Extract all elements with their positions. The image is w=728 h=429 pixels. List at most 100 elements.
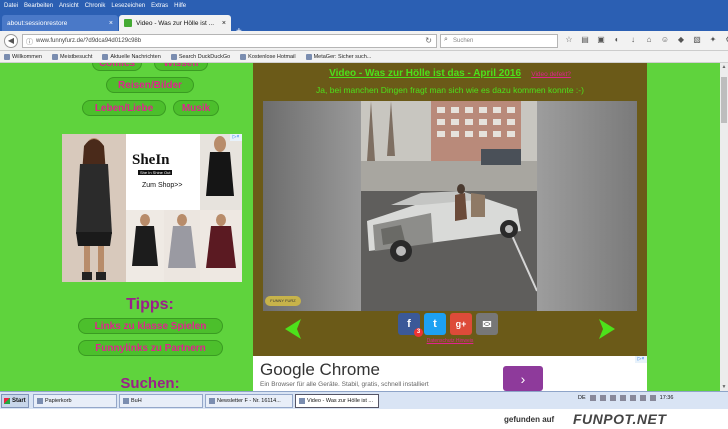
task-label: BuH xyxy=(131,398,142,404)
chrome-ad-banner[interactable]: Google Chrome Ein Browser für alle Gerät… xyxy=(253,356,647,391)
back-button[interactable]: ◀ xyxy=(4,34,18,48)
facebook-icon: f xyxy=(407,318,411,330)
usb-icon[interactable] xyxy=(649,395,656,401)
tab-session-restore[interactable]: about:sessionrestore × xyxy=(2,15,118,31)
pocket-icon[interactable]: ◐ xyxy=(612,35,622,45)
extension-icon[interactable]: ✦ xyxy=(708,35,718,45)
chrome-ad-heading: Google Chrome xyxy=(260,360,381,379)
addon-icon[interactable]: ◆ xyxy=(676,35,686,45)
bookmark-meistbesucht[interactable]: Meistbesucht xyxy=(51,53,93,60)
navigation-bar: ◀ ⓘ www.funnyfurz.de/?d9dca94d0129c98b ↻… xyxy=(0,31,728,51)
windows-taskbar: Start Papierkorb BuH Newsletter F - Nr. … xyxy=(0,391,728,409)
video-blur-left xyxy=(263,101,361,311)
sync-icon[interactable]: ☺ xyxy=(660,35,670,45)
googleplus-icon: g+ xyxy=(455,319,467,329)
system-tray: DE 17:36 xyxy=(578,395,673,401)
screenshot-icon[interactable]: ▧ xyxy=(692,35,702,45)
scroll-up-icon[interactable]: ▲ xyxy=(720,64,728,70)
task-papierkorb[interactable]: Papierkorb xyxy=(33,394,117,408)
volume-icon[interactable] xyxy=(599,395,606,401)
adchoices-icon[interactable]: ▷× xyxy=(230,134,242,141)
security-icon[interactable] xyxy=(609,395,616,401)
notification-icon[interactable] xyxy=(639,395,646,401)
url-bar[interactable]: ⓘ www.funnyfurz.de/?d9dca94d0129c98b ↻ xyxy=(22,34,437,48)
nav-musik[interactable]: Musik xyxy=(173,100,219,116)
shop-link[interactable]: Zum Shop>> xyxy=(142,182,182,189)
video-player[interactable]: FUNNY FURZ xyxy=(263,101,637,311)
battery-icon[interactable] xyxy=(629,395,636,401)
tab-label: about:sessionrestore xyxy=(7,19,68,27)
task-newsletter[interactable]: Newsletter F - Nr. 16114... xyxy=(205,394,293,408)
video-defect-link[interactable]: Video defekt? xyxy=(531,71,571,78)
bookmark-duckduckgo[interactable]: Search DuckDuckGo xyxy=(170,53,230,60)
bookmark-metager[interactable]: MetaGer: Sicher such... xyxy=(305,53,371,60)
adchoices-icon[interactable]: ▷× xyxy=(635,356,647,363)
share-count-badge: 3 xyxy=(414,328,423,337)
menu-ansicht[interactable]: Ansicht xyxy=(59,3,79,9)
mail-share-button[interactable]: ✉ xyxy=(476,313,498,335)
menu-lesezeichen[interactable]: Lesezeichen xyxy=(111,3,145,9)
reload-icon[interactable]: ↻ xyxy=(425,36,432,45)
video-title[interactable]: Video - Was zur Hölle ist das - April 20… xyxy=(329,68,521,79)
toolbar-icons: ☆ ▤ ▣ ◐ ↓ ⌂ ☺ ◆ ▧ ✦ ⚙ ≡ xyxy=(564,35,728,45)
clock[interactable]: 17:36 xyxy=(660,395,674,401)
nav-leben-liebe[interactable]: Leben/Liebe xyxy=(82,100,166,116)
bookmark-icon xyxy=(240,53,247,60)
bookmark-icon xyxy=(51,53,58,60)
close-icon[interactable]: × xyxy=(109,20,113,27)
facebook-share-button[interactable]: f 3 xyxy=(398,313,423,337)
folder-icon xyxy=(123,398,129,404)
bookmark-nachrichten[interactable]: Aktuelle Nachrichten xyxy=(102,53,161,60)
nav-wissen[interactable]: Wissen xyxy=(154,63,208,71)
reading-list-icon[interactable]: ▤ xyxy=(580,35,590,45)
home-icon[interactable]: ⌂ xyxy=(644,35,654,45)
googleplus-share-button[interactable]: g+ xyxy=(450,313,472,335)
url-text: www.funnyfurz.de/?d9dca94d0129c98b xyxy=(36,38,142,44)
stripped-car-image xyxy=(361,101,537,311)
lock-icon[interactable]: ▣ xyxy=(596,35,606,45)
menu-hilfe[interactable]: Hilfe xyxy=(174,3,186,9)
windows-logo-icon xyxy=(4,398,10,404)
scroll-down-icon[interactable]: ▼ xyxy=(720,384,728,390)
close-icon[interactable]: × xyxy=(222,20,226,27)
twitter-icon: t xyxy=(433,318,437,330)
task-video[interactable]: Video - Was zur Hölle ist ... xyxy=(295,394,379,408)
menu-chronik[interactable]: Chronik xyxy=(85,3,106,9)
task-buh[interactable]: BuH xyxy=(119,394,203,408)
network-icon[interactable] xyxy=(589,395,596,401)
search-icon: ⌕ xyxy=(444,36,448,43)
chrome-ad-cta-button[interactable]: › xyxy=(503,366,543,391)
tab-video[interactable]: Video - Was zur Hölle ist ... × xyxy=(119,15,231,31)
web-page: Comics Wissen Reisen/Bilder Leben/Liebe … xyxy=(0,63,720,391)
previous-arrow-icon[interactable] xyxy=(283,318,305,340)
info-icon[interactable]: ⓘ xyxy=(26,37,33,47)
search-input[interactable]: ⌕ Suchen xyxy=(440,34,558,48)
funnyfurz-video-logo: FUNNY FURZ xyxy=(265,296,301,306)
bookmarks-bar: Willkommen Meistbesucht Aktuelle Nachric… xyxy=(0,51,728,63)
start-button[interactable]: Start xyxy=(1,394,29,408)
download-icon[interactable]: ↓ xyxy=(628,35,638,45)
bookmark-hotmail[interactable]: Kostenlose Hotmail xyxy=(240,53,296,60)
privacy-link[interactable]: Datenschutz Hinweis xyxy=(253,338,647,344)
nav-reisen-bilder[interactable]: Reisen/Bilder xyxy=(106,77,194,93)
menu-datei[interactable]: Datei xyxy=(4,3,18,9)
twitter-share-button[interactable]: t xyxy=(424,313,446,335)
mail-icon: ✉ xyxy=(482,318,492,331)
next-arrow-icon[interactable] xyxy=(595,318,617,340)
bookmark-label: Meistbesucht xyxy=(59,53,93,60)
link-funnylinks-partner[interactable]: Funnylinks zu Partnern xyxy=(78,340,223,356)
bookmark-willkommen[interactable]: Willkommen xyxy=(4,53,42,60)
tools-icon[interactable]: ⚙ xyxy=(724,35,728,45)
update-icon[interactable] xyxy=(619,395,626,401)
funpot-logo: FUNPOT.NET xyxy=(573,411,667,427)
video-subtitle: Ja, bei manchen Dingen fragt man sich wi… xyxy=(316,85,584,95)
menu-bearbeiten[interactable]: Bearbeiten xyxy=(24,3,53,9)
bookmark-star-icon[interactable]: ☆ xyxy=(564,35,574,45)
scroll-thumb[interactable] xyxy=(721,77,727,123)
language-indicator[interactable]: DE xyxy=(578,395,586,401)
page-scrollbar[interactable]: ▲ ▼ xyxy=(720,63,728,391)
fashion-ad-banner[interactable]: SheIn She In Shine Out Zum Shop>> ▷× xyxy=(62,134,242,282)
menu-extras[interactable]: Extras xyxy=(151,3,168,9)
nav-comics[interactable]: Comics xyxy=(92,63,142,71)
link-klasse-spiele[interactable]: Links zu klasse Spielen xyxy=(78,318,223,334)
